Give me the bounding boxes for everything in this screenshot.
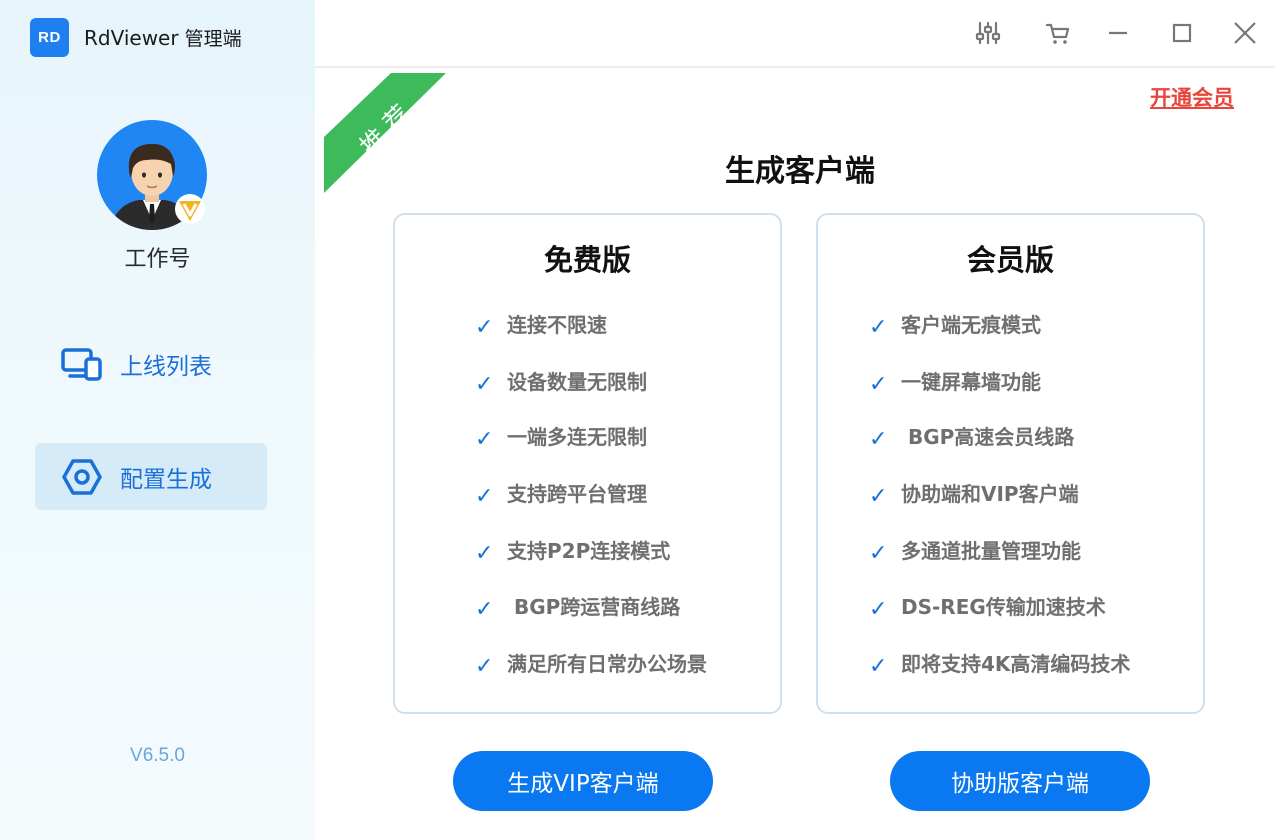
- app-title-subtitle: 管理端: [184, 28, 242, 50]
- feature-item: ✓ DS-REG传输加速技术: [869, 591, 1106, 622]
- feature-item: ✓ 满足所有日常办公场景: [475, 648, 707, 679]
- app-title: RdViewer 管理端: [84, 24, 242, 51]
- settings-sliders-icon[interactable]: [973, 18, 1003, 48]
- free-plan-title: 免费版: [543, 243, 631, 277]
- maximize-icon[interactable]: [1167, 18, 1197, 48]
- page-title: 生成客户端: [725, 154, 875, 189]
- feature-item: ✓ 支持P2P连接模式: [475, 535, 671, 566]
- check-icon: ✓: [475, 427, 494, 452]
- feature-item: ✓ BGP跨运营商线路: [475, 591, 681, 622]
- feature-item: ✓ 客户端无痕模式: [869, 309, 1041, 340]
- feature-item: ✓ 即将支持4K高清编码技术: [869, 648, 1131, 679]
- avatar[interactable]: [97, 120, 209, 232]
- sidebar-item-config-generate[interactable]: 配置生成: [35, 443, 267, 510]
- title-bar: [315, 0, 1275, 68]
- feature-label: 满足所有日常办公场景: [507, 652, 707, 676]
- open-membership-link[interactable]: 开通会员: [1150, 82, 1234, 112]
- close-icon[interactable]: [1230, 18, 1260, 48]
- check-icon: ✓: [475, 541, 494, 566]
- vip-badge-icon: [175, 194, 205, 224]
- profile-name: 工作号: [124, 247, 191, 272]
- feature-label: 支持P2P连接模式: [507, 539, 671, 563]
- devices-icon: [60, 344, 104, 384]
- feature-item: ✓ 连接不限速: [475, 309, 607, 340]
- vip-plan-card: 会员版 ✓ 客户端无痕模式 ✓ 一键屏幕墙功能 ✓ BGP高速会员线路 ✓ 协助端和V…: [816, 213, 1205, 714]
- sidebar-item-label: 配置生成: [120, 466, 212, 493]
- check-icon: ✓: [869, 541, 888, 566]
- feature-label: 连接不限速: [507, 313, 607, 337]
- vip-plan-title: 会员版: [966, 243, 1054, 277]
- feature-label: 一端多连无限制: [507, 425, 647, 449]
- generate-vip-client-button[interactable]: 生成VIP客户端: [453, 751, 713, 811]
- check-icon: ✓: [869, 427, 888, 452]
- sidebar-item-label: 上线列表: [120, 353, 212, 380]
- feature-label: 协助端和VIP客户端: [901, 482, 1079, 506]
- feature-item: ✓ 多通道批量管理功能: [869, 535, 1081, 566]
- check-icon: ✓: [869, 654, 888, 679]
- recommend-ribbon: 推 荐: [324, 73, 446, 193]
- feature-label: 客户端无痕模式: [901, 313, 1041, 337]
- free-plan-card: 免费版 ✓ 连接不限速 ✓ 设备数量无限制 ✓ 一端多连无限制 ✓ 支持跨平台管理 ✓ 支…: [393, 213, 782, 714]
- feature-label: 设备数量无限制: [507, 370, 647, 394]
- assist-client-button[interactable]: 协助版客户端: [890, 751, 1150, 811]
- hexagon-settings-icon: [60, 457, 104, 497]
- feature-label: BGP高速会员线路: [901, 425, 1075, 449]
- check-icon: ✓: [475, 315, 494, 340]
- check-icon: ✓: [869, 484, 888, 509]
- check-icon: ✓: [475, 654, 494, 679]
- check-icon: ✓: [475, 372, 494, 397]
- sidebar-item-online-list[interactable]: 上线列表: [35, 330, 267, 397]
- feature-label: 多通道批量管理功能: [901, 539, 1081, 563]
- feature-label: DS-REG传输加速技术: [901, 595, 1106, 619]
- minimize-icon[interactable]: [1103, 18, 1133, 48]
- app-logo: RD: [30, 18, 69, 57]
- check-icon: ✓: [475, 597, 494, 622]
- feature-label: 即将支持4K高清编码技术: [901, 652, 1131, 676]
- check-icon: ✓: [475, 484, 494, 509]
- feature-item: ✓ 支持跨平台管理: [475, 478, 647, 509]
- feature-label: BGP跨运营商线路: [507, 595, 681, 619]
- cart-icon[interactable]: [1043, 18, 1073, 48]
- feature-item: ✓ 一端多连无限制: [475, 421, 647, 452]
- version-label: V6.5.0: [130, 745, 185, 766]
- check-icon: ✓: [869, 597, 888, 622]
- check-icon: ✓: [869, 315, 888, 340]
- feature-item: ✓ 一键屏幕墙功能: [869, 366, 1041, 397]
- feature-label: 支持跨平台管理: [507, 482, 647, 506]
- feature-item: ✓ 协助端和VIP客户端: [869, 478, 1079, 509]
- feature-item: ✓ BGP高速会员线路: [869, 421, 1075, 452]
- feature-item: ✓ 设备数量无限制: [475, 366, 647, 397]
- check-icon: ✓: [869, 372, 888, 397]
- feature-label: 一键屏幕墙功能: [901, 370, 1041, 394]
- app-title-name: RdViewer: [84, 26, 179, 50]
- sidebar: RD RdViewer 管理端 工作号 上线列表 配置生成 V6.5.0: [0, 0, 315, 840]
